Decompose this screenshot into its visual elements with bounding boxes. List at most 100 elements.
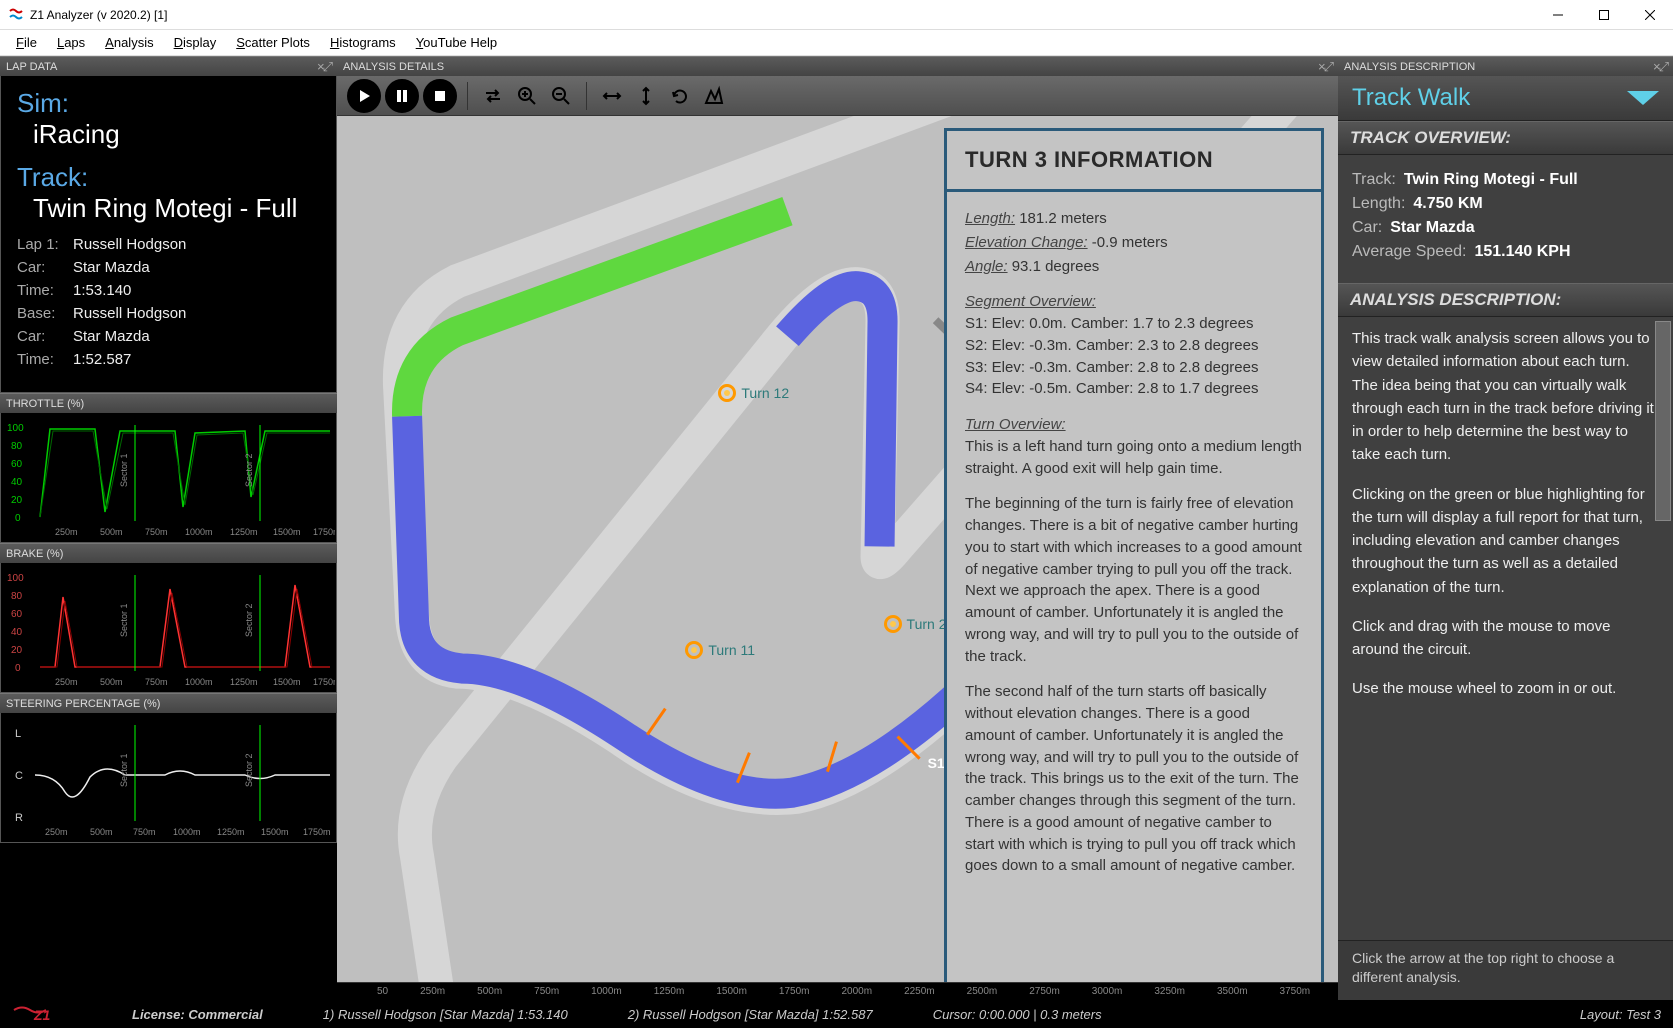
- axis-tick: 1250m: [654, 986, 685, 997]
- brake-header: BRAKE (%): [0, 543, 337, 563]
- overview-block: Track:Twin Ring Motegi - FullLength:4.75…: [1338, 155, 1673, 283]
- overview-header: TRACK OVERVIEW:: [1338, 121, 1673, 155]
- svg-text:500m: 500m: [100, 527, 123, 537]
- lapdata-value: 1:53.140: [73, 282, 131, 299]
- status-layout: Layout: Test 3: [1580, 1007, 1661, 1022]
- lapdata-row: Car:Star Mazda: [17, 328, 320, 345]
- turn-info-title: TURN 3 INFORMATION: [947, 131, 1321, 192]
- steering-chart[interactable]: LCR Sector 1 Sector 2 250m500m750m1000m1…: [0, 713, 337, 843]
- reset-icon[interactable]: [665, 81, 695, 111]
- turn-info-box: TURN 3 INFORMATION Length: 181.2 meters …: [944, 128, 1324, 988]
- menu-youtube-help[interactable]: YouTube Help: [406, 32, 507, 53]
- overview-key: Track:: [1352, 171, 1396, 189]
- track-map[interactable]: Turn 12Turn 11Turn 2Turn 3 S1S2S3S4 TURN…: [337, 116, 1338, 1000]
- axis-tick: 500m: [477, 986, 502, 997]
- lapdata-key: Car:: [17, 259, 73, 276]
- trackwalk-title: Track Walk: [1352, 84, 1470, 112]
- scrollbar[interactable]: [1655, 321, 1671, 521]
- axis-tick: 3000m: [1092, 986, 1123, 997]
- svg-text:Sector 2: Sector 2: [244, 603, 254, 637]
- menu-histograms[interactable]: Histograms: [320, 32, 406, 53]
- pause-button[interactable]: [385, 79, 419, 113]
- track-value: Twin Ring Motegi - Full: [17, 193, 320, 224]
- stop-button[interactable]: [423, 79, 457, 113]
- lapdata-row: Base:Russell Hodgson: [17, 305, 320, 322]
- status-cursor: Cursor: 0:00.000 | 0.3 meters: [933, 1007, 1102, 1022]
- axis-tick: 2000m: [841, 986, 872, 997]
- status-lap2: 2) Russell Hodgson [Star Mazda] 1:52.587: [628, 1007, 873, 1022]
- z1-logo: Z1: [12, 1003, 72, 1025]
- svg-text:80: 80: [11, 591, 23, 602]
- svg-text:100: 100: [7, 423, 24, 434]
- info-angle-label: Angle:: [965, 258, 1008, 275]
- main-area: LAP DATA ×⤢ Sim: iRacing Track: Twin Rin…: [0, 56, 1673, 1000]
- svg-text:500m: 500m: [90, 827, 113, 837]
- peaks-icon[interactable]: [699, 81, 729, 111]
- swap-icon[interactable]: [478, 81, 508, 111]
- svg-text:250m: 250m: [45, 827, 68, 837]
- separator: [586, 82, 587, 110]
- maximize-button[interactable]: [1581, 0, 1627, 30]
- trackwalk-header[interactable]: Track Walk: [1338, 76, 1673, 121]
- svg-text:C: C: [15, 770, 23, 782]
- menu-laps[interactable]: Laps: [47, 32, 95, 53]
- left-panel: LAP DATA ×⤢ Sim: iRacing Track: Twin Rin…: [0, 56, 337, 1000]
- throttle-chart[interactable]: 100806040200 Sector 1 Sector 2 250m500m7…: [0, 413, 337, 543]
- zoom-in-icon[interactable]: [512, 81, 542, 111]
- window-buttons: [1535, 0, 1673, 30]
- turn-marker[interactable]: [884, 615, 902, 633]
- minimize-button[interactable]: [1535, 0, 1581, 30]
- panel-close-icon[interactable]: ×⤢: [317, 59, 331, 75]
- horiz-arrows-icon[interactable]: [597, 81, 627, 111]
- lapdata-key: Time:: [17, 351, 73, 368]
- menu-scatter-plots[interactable]: Scatter Plots: [226, 32, 320, 53]
- right-panel: ANALYSIS DESCRIPTION ×⤢ Track Walk TRACK…: [1338, 56, 1673, 1000]
- svg-text:1500m: 1500m: [273, 677, 301, 687]
- menu-display[interactable]: Display: [164, 32, 227, 53]
- steering-title: STEERING PERCENTAGE (%): [6, 698, 160, 710]
- lapdata-value: Russell Hodgson: [73, 305, 186, 322]
- play-button[interactable]: [347, 79, 381, 113]
- brake-chart[interactable]: 100806040200 Sector 1 Sector 2 250m500m7…: [0, 563, 337, 693]
- axis-tick: 2250m: [904, 986, 935, 997]
- lapdata-value: 1:52.587: [73, 351, 131, 368]
- svg-text:Sector 1: Sector 1: [119, 753, 129, 787]
- svg-text:Sector 2: Sector 2: [244, 753, 254, 787]
- status-license: License: Commercial: [132, 1007, 263, 1022]
- lapdata-row: Lap 1:Russell Hodgson: [17, 236, 320, 253]
- info-segment-line: S4: Elev: -0.5m. Camber: 2.8 to 1.7 degr…: [965, 378, 1303, 400]
- svg-text:1000m: 1000m: [185, 677, 213, 687]
- panel-close-icon[interactable]: ×⤢: [1318, 59, 1332, 75]
- svg-text:Sector 1: Sector 1: [119, 453, 129, 487]
- axis-tick: 250m: [420, 986, 445, 997]
- lapdata-value: Russell Hodgson: [73, 236, 186, 253]
- menubar: FileLapsAnalysisDisplayScatter PlotsHist…: [0, 30, 1673, 56]
- overview-row: Length:4.750 KM: [1352, 195, 1659, 213]
- menu-analysis[interactable]: Analysis: [95, 32, 163, 53]
- zoom-out-icon[interactable]: [546, 81, 576, 111]
- statusbar: Z1 License: Commercial 1) Russell Hodgso…: [0, 1000, 1673, 1028]
- svg-text:20: 20: [11, 495, 23, 506]
- info-turnover-label: Turn Overview:: [965, 416, 1066, 433]
- analysis-desc-header: ANALYSIS DESCRIPTION ×⤢: [1338, 56, 1673, 76]
- menu-file[interactable]: File: [6, 32, 47, 53]
- svg-text:1750m: 1750m: [313, 527, 335, 537]
- info-turnover-intro: This is a left hand turn going onto a me…: [965, 436, 1303, 480]
- close-button[interactable]: [1627, 0, 1673, 30]
- overview-row: Average Speed:151.140 KPH: [1352, 243, 1659, 261]
- svg-text:250m: 250m: [55, 677, 78, 687]
- lapdata-key: Lap 1:: [17, 236, 73, 253]
- svg-text:750m: 750m: [133, 827, 156, 837]
- axis-tick: 1750m: [779, 986, 810, 997]
- vert-arrows-icon[interactable]: [631, 81, 661, 111]
- panel-close-icon[interactable]: ×⤢: [1653, 59, 1667, 75]
- info-segment-line: S3: Elev: -0.3m. Camber: 2.8 to 2.8 degr…: [965, 357, 1303, 379]
- overview-key: Length:: [1352, 195, 1405, 213]
- svg-text:40: 40: [11, 627, 23, 638]
- axis-tick: 3750m: [1280, 986, 1311, 997]
- desc-paragraph: Use the mouse wheel to zoom in or out.: [1352, 677, 1659, 700]
- center-panel: ANALYSIS DETAILS ×⤢: [337, 56, 1338, 1000]
- dropdown-arrow-icon[interactable]: [1627, 91, 1659, 105]
- svg-text:1500m: 1500m: [261, 827, 289, 837]
- svg-text:R: R: [15, 812, 23, 824]
